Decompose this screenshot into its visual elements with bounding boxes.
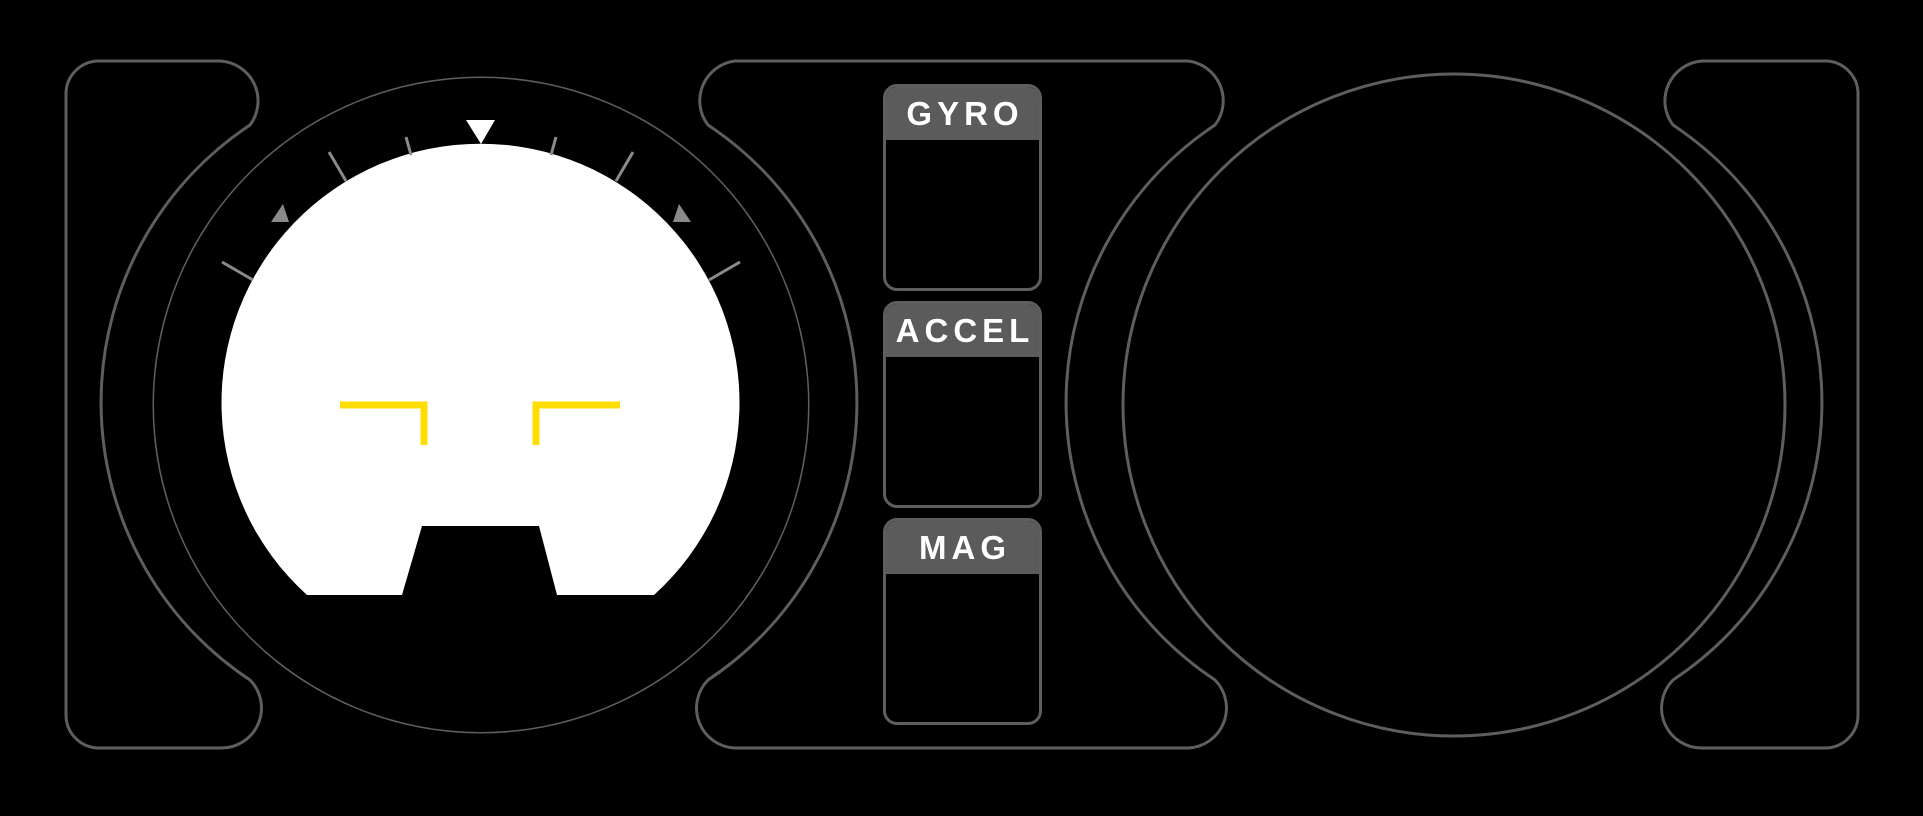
sensor-tile-accel[interactable]: ACCEL [883, 301, 1042, 508]
sensor-tab-mag: MAG [886, 521, 1039, 574]
right-indicator-face [1126, 77, 1782, 733]
right-indicator [1121, 72, 1787, 738]
attitude-indicator [152, 76, 810, 734]
sensor-tile-gyro[interactable]: GYRO [883, 84, 1042, 291]
sensor-status-accel [886, 357, 1039, 505]
sensor-status-gyro [886, 140, 1039, 288]
sensor-tile-mag[interactable]: MAG [883, 518, 1042, 725]
sensor-tab-accel: ACCEL [886, 304, 1039, 357]
sensor-status-mag [886, 574, 1039, 722]
sensor-tab-gyro: GYRO [886, 87, 1039, 140]
